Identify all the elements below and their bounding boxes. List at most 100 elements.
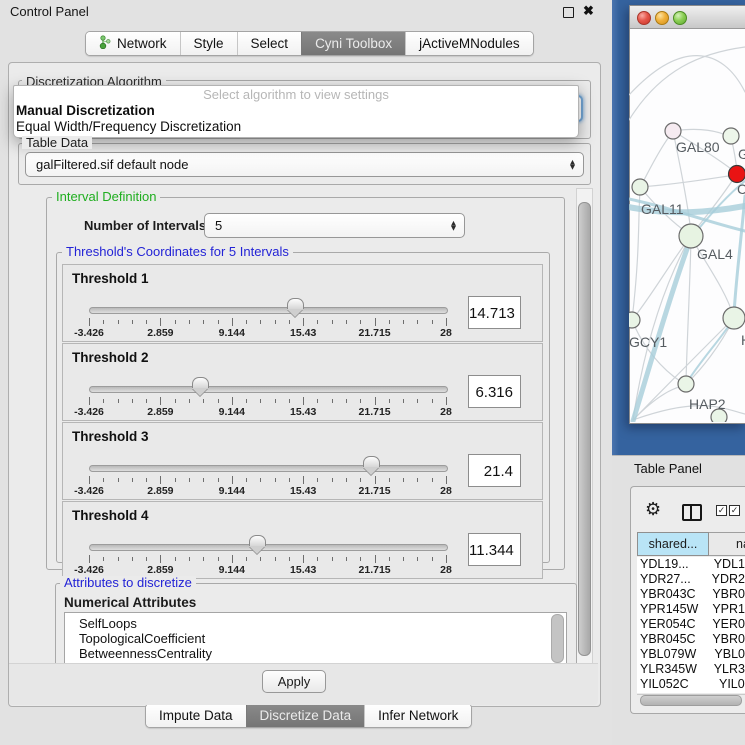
network-canvas[interactable]: GAL80 GA GAL11 C GAL4 GCY1 H HAP2 <box>629 28 745 422</box>
tick-mark <box>389 557 390 561</box>
table-row[interactable]: YBR045CYBR0 <box>637 632 745 647</box>
tab-cyni-toolbox[interactable]: Cyni Toolbox <box>301 32 405 55</box>
tick-mark <box>417 557 418 561</box>
table-row[interactable]: YBR043CYBR0 <box>637 587 745 602</box>
node-gal4[interactable] <box>679 224 703 248</box>
tick-mark <box>89 318 90 326</box>
slider-track[interactable] <box>89 386 448 393</box>
tick-mark <box>275 320 276 324</box>
tab-style[interactable]: Style <box>180 32 237 55</box>
column-header-shared-name[interactable]: shared... <box>637 532 709 556</box>
slider-track[interactable] <box>89 307 448 314</box>
table-hscrollbar-thumb[interactable] <box>640 695 742 706</box>
node-pink[interactable] <box>665 123 681 139</box>
tab-jactivemnodules[interactable]: jActiveMNodules <box>405 32 533 55</box>
tick-mark <box>403 478 404 482</box>
threshold-1-slider[interactable]: -3.4262.8599.14415.4321.71528 <box>89 265 446 341</box>
tick-mark <box>118 320 119 324</box>
tab-infer-network[interactable]: Infer Network <box>364 704 471 727</box>
tick-mark <box>346 557 347 561</box>
tab-select[interactable]: Select <box>237 32 302 55</box>
number-of-intervals-combobox[interactable]: 5 ▲▼ <box>204 213 465 238</box>
tick-mark <box>303 397 304 405</box>
table-row[interactable]: YIL052CYIL0 <box>637 677 745 692</box>
threshold-4-value-field[interactable]: 11.344 <box>468 533 521 566</box>
tab-impute-data[interactable]: Impute Data <box>146 704 246 727</box>
slider-knob[interactable] <box>249 535 266 546</box>
tab-discretize-data[interactable]: Discretize Data <box>246 704 365 727</box>
tick-mark <box>403 557 404 561</box>
threshold-1-value-field[interactable]: 14.713 <box>468 296 521 329</box>
table-panel-title: Table Panel <box>634 461 702 476</box>
table-row[interactable]: YDR27...YDR2 <box>637 572 745 587</box>
table-row[interactable]: YDL19...YDL1 <box>637 557 745 572</box>
panel-scrollbar-thumb[interactable] <box>578 202 591 656</box>
apply-button[interactable]: Apply <box>262 670 326 693</box>
tick-label: -3.426 <box>74 327 104 339</box>
tick-mark <box>118 399 119 403</box>
tick-mark <box>303 318 304 326</box>
node-hap2[interactable] <box>678 376 694 392</box>
cell-shared-name: YPR145W <box>637 602 709 617</box>
tick-label: 2.859 <box>147 485 173 497</box>
node-gcy1[interactable] <box>629 312 640 328</box>
checkbox-icon[interactable]: ✓ <box>716 505 727 516</box>
tick-mark <box>260 399 261 403</box>
tick-mark <box>246 478 247 482</box>
network-window-titlebar[interactable] <box>630 6 745 29</box>
popup-item-manual-discretization[interactable]: Manual Discretization <box>14 103 578 119</box>
threshold-4-slider[interactable]: -3.4262.8599.14415.4321.71528 <box>89 502 446 578</box>
tick-label: 9.144 <box>219 485 245 497</box>
node-green-topright[interactable] <box>723 128 739 144</box>
attributes-list-scrollbar-thumb[interactable] <box>551 614 564 663</box>
tab-network-label: Network <box>117 36 167 51</box>
popup-item-equal-width-frequency[interactable]: Equal Width/Frequency Discretization <box>14 119 578 135</box>
threshold-3-slider[interactable]: -3.4262.8599.14415.4321.71528 <box>89 423 446 499</box>
node-table-rows[interactable]: YDL19...YDL1YDR27...YDR2YBR043CYBR0YPR14… <box>637 557 745 693</box>
slider-track[interactable] <box>89 544 448 551</box>
tick-mark <box>317 478 318 482</box>
column-header-name[interactable]: na <box>709 532 745 556</box>
cell-name: YBR0 <box>709 632 745 647</box>
checkbox-icon[interactable]: ✓ <box>729 505 740 516</box>
tick-label: 15.43 <box>290 406 316 418</box>
attribute-list-item[interactable]: BetweennessCentrality <box>65 646 566 661</box>
attribute-list-item[interactable]: SelfLoops <box>65 613 566 631</box>
tick-mark <box>175 399 176 403</box>
slider-knob[interactable] <box>287 298 304 309</box>
table-row[interactable]: YPR145WYPR1 <box>637 602 745 617</box>
threshold-3-value-field[interactable]: 21.4 <box>468 454 521 487</box>
slider-track[interactable] <box>89 465 448 472</box>
tick-mark <box>218 557 219 561</box>
threshold-2-slider[interactable]: -3.4262.8599.14415.4321.71528 <box>89 344 446 420</box>
threshold-2-value-field[interactable]: 6.316 <box>468 375 521 408</box>
screen: Control Panel ✖ Network Style Select <box>0 0 745 745</box>
tick-mark <box>132 478 133 482</box>
tab-network[interactable]: Network <box>86 32 180 55</box>
tick-mark <box>118 478 119 482</box>
cell-shared-name: YBR045C <box>637 632 709 647</box>
tick-mark <box>432 399 433 403</box>
node-red[interactable] <box>729 166 745 183</box>
close-traffic-light-icon[interactable] <box>637 11 651 25</box>
node-right[interactable] <box>723 307 745 329</box>
node-gal11[interactable] <box>632 179 648 195</box>
gear-icon[interactable]: ⚙ <box>645 501 661 519</box>
tick-mark <box>246 557 247 561</box>
column-split-icon[interactable] <box>682 504 702 521</box>
slider-knob[interactable] <box>192 377 209 388</box>
node-label-gal80: GAL80 <box>676 139 720 155</box>
tick-mark <box>189 478 190 482</box>
table-row[interactable]: YBL079WYBL0 <box>637 647 745 662</box>
float-window-icon[interactable] <box>563 7 574 18</box>
tick-mark <box>446 476 447 484</box>
table-row[interactable]: YLR345WYLR3 <box>637 662 745 677</box>
table-data-combobox[interactable]: galFiltered.sif default node ▲▼ <box>25 152 584 177</box>
minimize-traffic-light-icon[interactable] <box>655 11 669 25</box>
attribute-list-item[interactable]: TopologicalCoefficient <box>65 631 566 646</box>
tick-mark <box>403 320 404 324</box>
slider-knob[interactable] <box>363 456 380 467</box>
table-row[interactable]: YER054CYER0 <box>637 617 745 632</box>
close-icon[interactable]: ✖ <box>583 3 594 19</box>
zoom-traffic-light-icon[interactable] <box>673 11 687 25</box>
